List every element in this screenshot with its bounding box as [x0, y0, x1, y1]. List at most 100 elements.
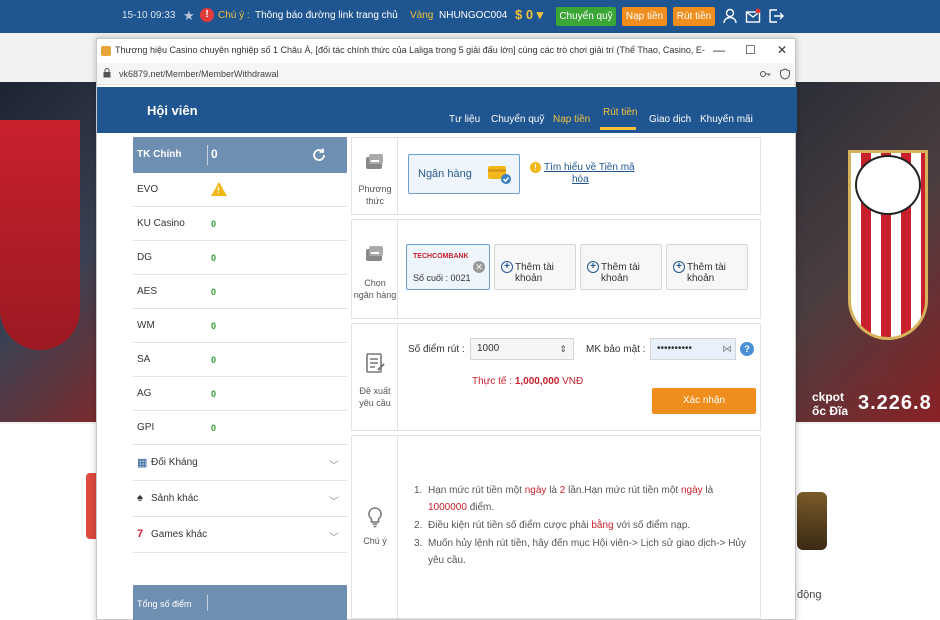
- bank-method-option[interactable]: Ngân hàng: [408, 154, 520, 194]
- balance-dropdown[interactable]: $ 0 ▾: [515, 7, 543, 23]
- logout-icon[interactable]: [768, 8, 784, 24]
- request-label-2: yêu cầu: [359, 398, 391, 408]
- add-account-button[interactable]: + Thêm tài khoản: [580, 244, 662, 290]
- note-text: Hạn mức rút tiền một: [428, 485, 525, 496]
- notice-text[interactable]: Thông báo đường link trang chủ: [255, 10, 398, 21]
- address-bar[interactable]: vk6879.net/Member/MemberWithdrawal: [97, 63, 795, 85]
- window-title: Thương hiệu Casino chuyên nghiệp số 1 Ch…: [115, 45, 705, 55]
- wallet-row[interactable]: AG 0: [133, 377, 347, 411]
- side-tab[interactable]: [86, 473, 96, 539]
- member-title: Hội viên: [147, 103, 198, 118]
- note-text: lần.Hạn mức rút tiền một: [565, 485, 681, 496]
- amount-value: 1000: [477, 343, 500, 354]
- alert-icon: !: [200, 8, 214, 22]
- wallet-name: AG: [137, 388, 152, 399]
- divider: [207, 595, 208, 611]
- wallet-value: 0: [211, 355, 217, 365]
- wallet-row[interactable]: DG 0: [133, 241, 347, 275]
- minimize-icon[interactable]: —: [713, 43, 725, 57]
- wallet-row[interactable]: WM 0: [133, 309, 347, 343]
- confirm-button[interactable]: Xác nhận: [652, 388, 756, 414]
- url-text[interactable]: vk6879.net/Member/MemberWithdrawal: [119, 69, 279, 79]
- wallet-row[interactable]: GPI 0: [133, 411, 347, 445]
- wallet-name: KU Casino: [137, 218, 185, 229]
- tab-deposit[interactable]: Nạp tiền: [553, 114, 590, 125]
- tab-transfer[interactable]: Chuyển quỹ: [491, 114, 544, 125]
- page-content-left: [0, 424, 96, 620]
- grid-icon: ▦: [137, 457, 148, 469]
- tab-promotions[interactable]: Khuyến mãi: [700, 114, 753, 125]
- promo-caption: động: [797, 589, 822, 601]
- withdraw-button[interactable]: Rút tiền: [673, 7, 715, 26]
- wallet-row-evo[interactable]: EVO !: [133, 173, 347, 207]
- actual-amount: Thực tế : 1,000,000 VNĐ: [472, 376, 583, 387]
- hide-password-icon[interactable]: ⋈: [722, 344, 732, 355]
- lightbulb-icon: [368, 507, 382, 528]
- note-text: với số điểm nạp.: [613, 520, 691, 531]
- shield-icon[interactable]: [779, 68, 791, 80]
- transfer-button[interactable]: Chuyển quỹ: [556, 7, 616, 26]
- add-account-button[interactable]: + Thêm tài khoản: [494, 244, 576, 290]
- deposit-button[interactable]: Nạp tiền: [622, 7, 667, 26]
- close-icon[interactable]: ✕: [777, 43, 787, 57]
- clock-text: 15-10 09:33: [122, 10, 176, 21]
- withdraw-request-panel: Đề xuất yêu cầu Số điểm rút : 1000 ⇕ MK …: [351, 323, 761, 431]
- wallet-icon: [366, 154, 383, 169]
- bank-card-icon: [488, 166, 511, 184]
- wallet-row[interactable]: AES 0: [133, 275, 347, 309]
- chevron-down-icon[interactable]: ﹀: [329, 493, 339, 508]
- divider: [207, 145, 208, 165]
- method-label-1: Phương: [358, 184, 392, 194]
- add-account-label: Thêm tài khoản: [515, 262, 554, 284]
- note-highlight: ngày: [524, 485, 547, 496]
- group-name: Đối Kháng: [151, 457, 198, 468]
- help-icon[interactable]: ?: [740, 342, 754, 356]
- note-highlight: 1000000: [428, 502, 467, 513]
- add-account-button[interactable]: + Thêm tài khoản: [666, 244, 748, 290]
- group-other-games[interactable]: 7 Games khác ﹀: [133, 517, 347, 553]
- remove-card-icon[interactable]: ✕: [473, 261, 485, 273]
- promo-image[interactable]: [797, 492, 827, 550]
- jackpot-label-2: ốc Đĩa: [812, 404, 849, 418]
- level-label: Vàng: [410, 10, 434, 21]
- wallet-row[interactable]: KU Casino 0: [133, 207, 347, 241]
- tab-withdraw[interactable]: Rút tiền: [603, 107, 637, 118]
- note-highlight: bằng: [591, 520, 614, 531]
- stepper-icon[interactable]: ⇕: [559, 339, 567, 359]
- note-text: điểm.: [466, 502, 495, 513]
- add-account-label: Thêm tài khoản: [601, 262, 640, 284]
- active-tab-indicator: [600, 127, 636, 130]
- maximize-icon[interactable]: ☐: [745, 43, 756, 57]
- jackpot-label: ckpot: [812, 390, 845, 404]
- note-item: 2. Điều kiện rút tiền số điểm cược phải b…: [414, 517, 748, 534]
- note-text: Điều kiện rút tiền số điểm cược phải: [428, 520, 592, 531]
- actual-value: 1,000,000: [514, 376, 560, 387]
- bank-card-techcombank[interactable]: TECHCOMBANK Số cuối : 0021 ✕: [406, 244, 490, 290]
- main-account-row: TK Chính 0: [133, 137, 347, 173]
- request-label-1: Đề xuất: [359, 386, 391, 396]
- refresh-icon[interactable]: [311, 147, 327, 163]
- amount-input[interactable]: 1000 ⇕: [470, 338, 574, 360]
- actual-unit: VNĐ: [562, 376, 584, 387]
- wallet-name: DG: [137, 252, 152, 263]
- wallet-value: 0: [211, 287, 217, 297]
- crypto-learn-link-2[interactable]: hóa: [572, 174, 589, 185]
- bank-method-label: Ngân hàng: [418, 168, 472, 180]
- chevron-down-icon[interactable]: ﹀: [329, 529, 339, 544]
- star-icon[interactable]: ★: [183, 8, 195, 24]
- group-versus[interactable]: ▦ Đối Kháng ﹀: [133, 445, 347, 481]
- favicon-icon: [101, 46, 111, 56]
- crypto-learn-link[interactable]: Tìm hiểu về Tiền mã: [544, 162, 635, 173]
- group-other-lobby[interactable]: ♠ Sảnh khác ﹀: [133, 481, 347, 517]
- tab-profile[interactable]: Tư liệu: [449, 114, 480, 125]
- mail-icon[interactable]: [745, 8, 761, 24]
- key-icon[interactable]: [759, 68, 771, 80]
- seven-icon: 7: [137, 528, 144, 540]
- user-icon[interactable]: [722, 8, 738, 24]
- bank-select-label-1: Chọn: [364, 278, 386, 288]
- wallet-value: 0: [211, 423, 217, 433]
- note-text: là: [546, 485, 560, 496]
- chevron-down-icon[interactable]: ﹀: [329, 457, 339, 472]
- wallet-row[interactable]: SA 0: [133, 343, 347, 377]
- tab-transactions[interactable]: Giao dịch: [649, 114, 691, 125]
